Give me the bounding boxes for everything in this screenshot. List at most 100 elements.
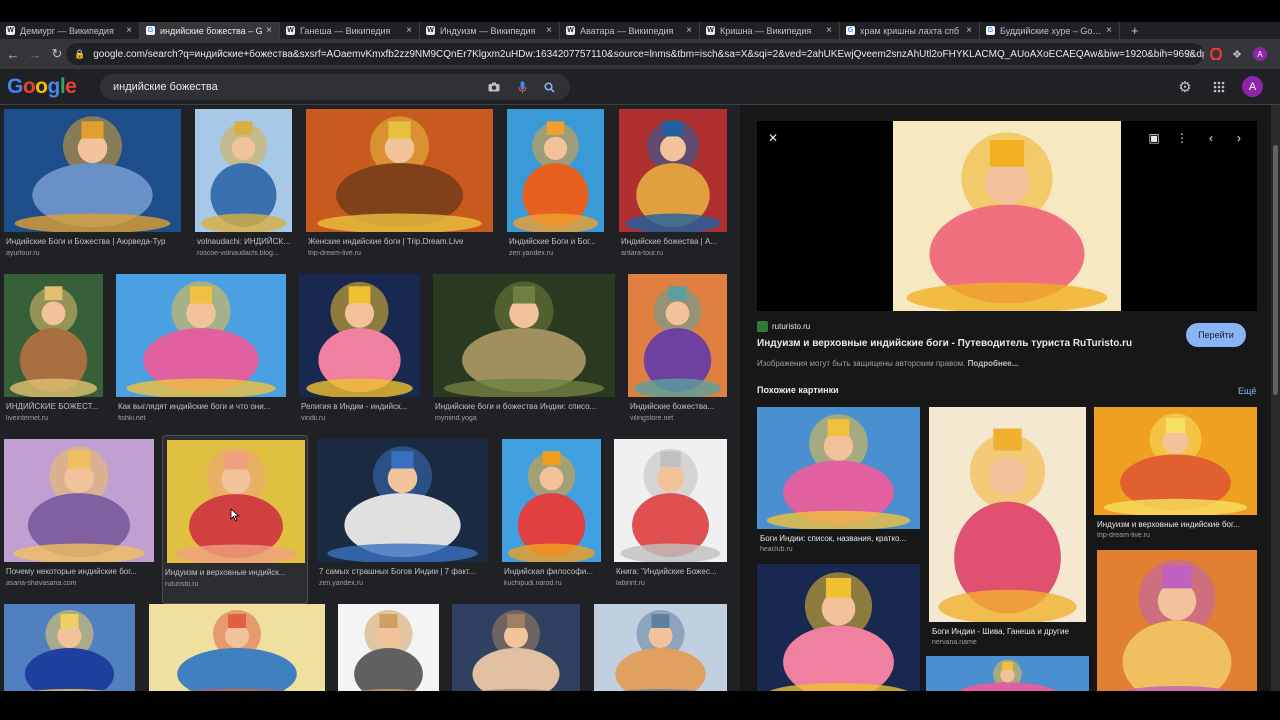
visit-button[interactable]: Перейти bbox=[1186, 323, 1246, 347]
image-result[interactable] bbox=[594, 604, 727, 691]
image-result[interactable]: 7 самых страшных Богов Индии | 7 факт...… bbox=[317, 439, 488, 600]
result-caption[interactable]: volnaudachi: ИНДИЙСКИЕ... bbox=[197, 237, 292, 246]
preview-image[interactable] bbox=[893, 121, 1121, 311]
browser-tab[interactable]: Gиндийские божества – G × bbox=[140, 22, 280, 39]
more-options-icon[interactable]: ⋮ bbox=[1172, 128, 1192, 148]
result-caption[interactable]: Индийские божества... bbox=[630, 402, 727, 411]
forward-icon[interactable]: → bbox=[26, 45, 44, 63]
profile-icon[interactable]: A bbox=[1252, 46, 1268, 62]
next-image-icon[interactable]: › bbox=[1229, 128, 1249, 148]
browser-tab[interactable]: W Ганеша — Википедия × bbox=[280, 22, 420, 39]
related-more-link[interactable]: Ещё bbox=[1238, 386, 1256, 396]
result-thumbnail[interactable] bbox=[502, 439, 601, 562]
close-tab-icon[interactable]: × bbox=[123, 25, 135, 36]
image-result[interactable]: Книга: "Индийские Божес... labirint.ru bbox=[614, 439, 727, 600]
result-caption[interactable]: 7 самых страшных Богов Индии | 7 факт... bbox=[319, 567, 488, 576]
image-result[interactable]: Индийские божества... vilingstore.net bbox=[628, 274, 727, 435]
close-tab-icon[interactable]: × bbox=[403, 25, 415, 36]
related-thumbnail[interactable] bbox=[757, 407, 920, 529]
related-image[interactable]: Боги Индии: список, названия, кратко... h… bbox=[757, 407, 920, 559]
image-result[interactable]: Религия в Индии - индийск... vindii.ru bbox=[299, 274, 420, 435]
back-icon[interactable]: ← bbox=[4, 45, 22, 63]
address-bar[interactable]: 🔒 google.com/search?q=индийские+божества… bbox=[66, 43, 1204, 65]
result-thumbnail[interactable] bbox=[614, 439, 727, 562]
result-caption[interactable]: Индуизм и верховные индийск... bbox=[165, 568, 301, 577]
previous-image-icon[interactable]: ‹ bbox=[1201, 128, 1221, 148]
browser-tab[interactable]: W Демиург — Википедия × bbox=[0, 22, 140, 39]
result-caption[interactable]: Почему некоторые индийские бог... bbox=[6, 567, 154, 576]
result-thumbnail[interactable] bbox=[116, 274, 286, 397]
image-result[interactable] bbox=[452, 604, 580, 691]
close-tab-icon[interactable]: × bbox=[543, 25, 555, 36]
account-avatar[interactable]: A bbox=[1242, 76, 1263, 97]
result-thumbnail[interactable] bbox=[628, 274, 727, 397]
result-thumbnail[interactable] bbox=[149, 604, 325, 691]
close-tab-icon[interactable]: × bbox=[963, 25, 975, 36]
image-result[interactable]: volnaudachi: ИНДИЙСКИЕ... roscoe-volnauda… bbox=[195, 109, 292, 270]
result-thumbnail[interactable] bbox=[317, 439, 488, 562]
image-result[interactable]: Почему некоторые индийские бог... asana-s… bbox=[4, 439, 154, 600]
result-caption[interactable]: Индийские божества | А... bbox=[621, 237, 727, 246]
settings-gear-icon[interactable]: ⚙ bbox=[1175, 77, 1195, 97]
related-caption[interactable]: Индуизм и верховные индийские бог... bbox=[1097, 520, 1256, 529]
preview-title[interactable]: Индуизм и верховные индийские боги - Пут… bbox=[757, 338, 1187, 349]
related-image[interactable] bbox=[926, 656, 1089, 691]
related-caption[interactable]: Боги Индии: список, названия, кратко... bbox=[760, 534, 919, 543]
result-thumbnail[interactable] bbox=[4, 274, 103, 397]
microphone-icon[interactable] bbox=[514, 79, 530, 95]
image-result[interactable]: Индийская философи... kuchipudi.narod.ru bbox=[502, 439, 601, 600]
browser-tab[interactable]: W Кришна — Википедия × bbox=[700, 22, 840, 39]
apps-grid-icon[interactable] bbox=[1209, 77, 1229, 97]
result-thumbnail[interactable] bbox=[4, 604, 135, 691]
close-tab-icon[interactable]: × bbox=[823, 25, 835, 36]
result-thumbnail[interactable] bbox=[299, 274, 420, 397]
result-caption[interactable]: Индийские боги и божества Индии: списо..… bbox=[435, 402, 615, 411]
related-image[interactable]: Боги Индии - Шива, Ганеша и другие nervan… bbox=[929, 407, 1086, 652]
google-logo[interactable]: Google bbox=[7, 75, 77, 99]
result-thumbnail[interactable] bbox=[4, 439, 154, 562]
related-thumbnail[interactable] bbox=[1094, 407, 1257, 515]
search-box[interactable]: индийские божества bbox=[100, 74, 570, 100]
lens-search-icon[interactable]: ▣ bbox=[1144, 128, 1164, 148]
image-result[interactable]: Индийские божества | А... antara-tour.ru bbox=[619, 109, 727, 270]
related-thumbnail[interactable] bbox=[1097, 550, 1257, 691]
related-image[interactable] bbox=[757, 564, 920, 691]
result-caption[interactable]: Женские индийские боги | Trip.Dream.Live bbox=[308, 237, 493, 246]
related-image[interactable] bbox=[1097, 550, 1257, 691]
opera-extension-icon[interactable] bbox=[1208, 46, 1224, 62]
result-caption[interactable]: Индийские Боги и Бог... bbox=[509, 237, 604, 246]
related-caption[interactable]: Боги Индии - Шива, Ганеша и другие bbox=[932, 627, 1085, 636]
result-caption[interactable]: Индийская философи... bbox=[504, 567, 601, 576]
related-thumbnail[interactable] bbox=[929, 407, 1086, 622]
image-result[interactable]: Индийские боги и божества Индии: списо..… bbox=[433, 274, 615, 435]
close-tab-icon[interactable]: × bbox=[683, 25, 695, 36]
bookmark-star-icon[interactable]: ☆ bbox=[1182, 46, 1198, 62]
browser-tab[interactable]: Gхрам кришны лахта спб × bbox=[840, 22, 980, 39]
result-thumbnail[interactable] bbox=[619, 109, 727, 232]
result-thumbnail[interactable] bbox=[594, 604, 727, 691]
result-caption[interactable]: ИНДИЙСКИЕ БОЖЕСТ... bbox=[6, 402, 103, 411]
result-thumbnail[interactable] bbox=[433, 274, 615, 397]
result-thumbnail[interactable] bbox=[452, 604, 580, 691]
result-thumbnail[interactable] bbox=[195, 109, 292, 232]
result-caption[interactable]: Как выглядят индийские боги и что они... bbox=[118, 402, 286, 411]
camera-icon[interactable] bbox=[486, 79, 502, 95]
result-thumbnail[interactable] bbox=[4, 109, 181, 232]
browser-tab[interactable]: W Индуизм — Википедия × bbox=[420, 22, 560, 39]
new-tab-button[interactable]: + bbox=[1125, 22, 1145, 39]
browser-tab[interactable]: G Буддийские хуре – Google × bbox=[980, 22, 1120, 39]
result-thumbnail[interactable] bbox=[507, 109, 604, 232]
image-result[interactable]: Женские индийские боги | Trip.Dream.Live… bbox=[306, 109, 493, 270]
preview-site[interactable]: ruturisto.ru bbox=[757, 321, 810, 332]
extensions-puzzle-icon[interactable]: ❖ bbox=[1229, 46, 1245, 62]
result-thumbnail[interactable] bbox=[167, 440, 305, 563]
related-thumbnail[interactable] bbox=[926, 656, 1089, 691]
reload-icon[interactable]: ↻ bbox=[48, 45, 66, 63]
image-result[interactable] bbox=[4, 604, 135, 691]
close-tab-icon[interactable]: × bbox=[263, 25, 275, 36]
image-result[interactable]: Индийские Боги и Божества | Аюрведа-Тур a… bbox=[4, 109, 181, 270]
result-caption[interactable]: Религия в Индии - индийск... bbox=[301, 402, 420, 411]
result-caption[interactable]: Индийские Боги и Божества | Аюрведа-Тур bbox=[6, 237, 181, 246]
browser-tab[interactable]: W Аватара — Википедия × bbox=[560, 22, 700, 39]
image-result[interactable]: Как выглядят индийские боги и что они...… bbox=[116, 274, 286, 435]
